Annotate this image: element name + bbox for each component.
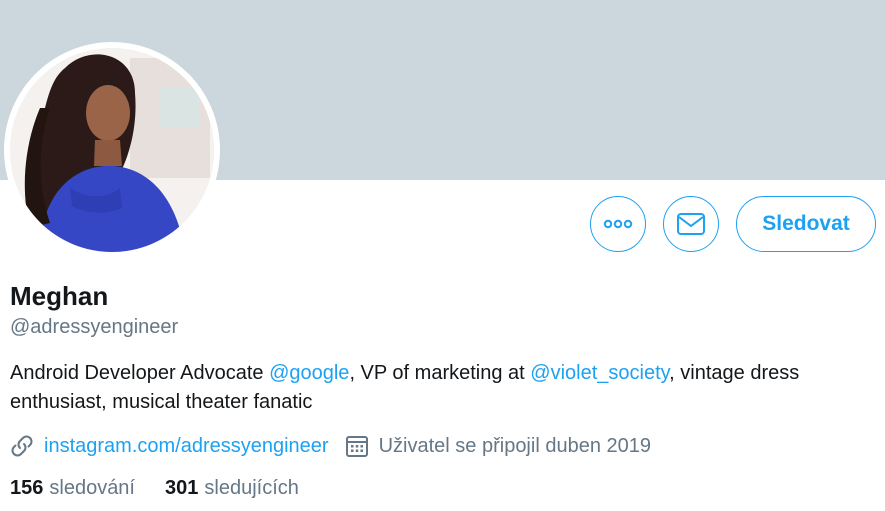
following-number: 156	[10, 477, 44, 499]
followers-number: 301	[165, 477, 199, 499]
follow-button[interactable]: Sledovat	[736, 196, 876, 252]
website-link[interactable]: instagram.com/adressyengineer	[44, 435, 329, 458]
envelope-icon	[677, 213, 705, 235]
website-item: instagram.com/adressyengineer	[10, 434, 329, 458]
calendar-icon	[345, 436, 368, 457]
mention-violet-society[interactable]: @violet_society	[530, 362, 669, 384]
more-horizontal-icon	[603, 219, 633, 229]
bio-text: , VP of marketing at	[349, 362, 531, 384]
message-button[interactable]	[663, 196, 719, 252]
profile-meta: instagram.com/adressyengineer Uživatel s…	[10, 431, 651, 461]
profile-handle: @adressyengineer	[10, 316, 179, 338]
joined-date: Uživatel se připojil duben 2019	[378, 434, 651, 457]
profile-name: Meghan	[10, 281, 109, 311]
avatar[interactable]	[10, 48, 214, 252]
following-label: sledování	[49, 477, 135, 499]
followers-count[interactable]: 301 sledujících	[165, 477, 299, 500]
more-options-button[interactable]	[590, 196, 646, 252]
profile-bio: Android Developer Advocate @google, VP o…	[10, 359, 870, 417]
mention-google[interactable]: @google	[269, 362, 349, 384]
bio-text: Android Developer Advocate	[10, 362, 270, 384]
link-icon	[11, 435, 33, 457]
followers-label: sledujících	[204, 477, 299, 499]
following-count[interactable]: 156 sledování	[10, 477, 135, 500]
profile-stats: 156 sledování 301 sledujících	[10, 477, 329, 500]
joined-item: Uživatel se připojil duben 2019	[345, 434, 651, 458]
